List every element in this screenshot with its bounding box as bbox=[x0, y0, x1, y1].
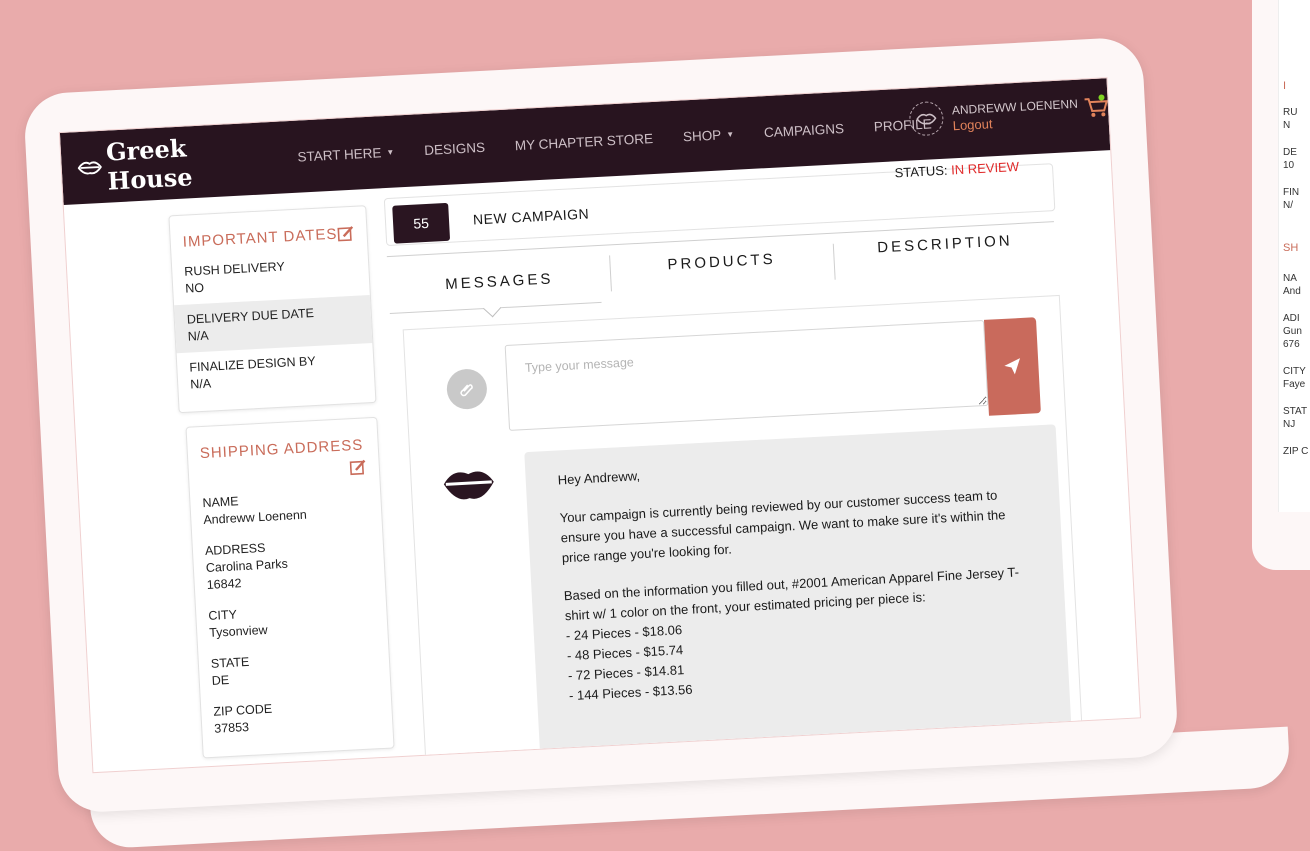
message-input[interactable] bbox=[504, 319, 989, 431]
send-button[interactable] bbox=[983, 317, 1041, 416]
address-row: ADDRESS Carolina Parks 16842 bbox=[192, 527, 385, 602]
messages-panel: Hey Andreww, Your campaign is currently … bbox=[402, 294, 1083, 772]
nav-item-designs[interactable]: DESIGNS bbox=[424, 139, 485, 157]
nav-item-shop[interactable]: SHOP ▼ bbox=[683, 126, 735, 144]
brand-name: Greek House bbox=[105, 133, 194, 196]
tab-messages[interactable]: MESSAGES bbox=[388, 267, 611, 296]
second-screen-text: NJ bbox=[1283, 419, 1296, 430]
user-menu: ANDREWW LOENENN Logout bbox=[908, 94, 1079, 137]
paper-plane-icon bbox=[1004, 358, 1021, 375]
message-bubble: Hey Andreww, Your campaign is currently … bbox=[524, 424, 1073, 772]
nav-item-start-here[interactable]: START HERE ▼ bbox=[297, 144, 395, 164]
second-screen-text: N/ bbox=[1283, 200, 1293, 211]
second-screen-text: FIN bbox=[1283, 187, 1300, 198]
lips-avatar-icon bbox=[916, 113, 937, 125]
important-dates-panel: IMPORTANT DATES RUSH DELIVERY NO DELIVER… bbox=[168, 205, 377, 414]
caret-down-icon: ▼ bbox=[386, 148, 395, 158]
edit-icon[interactable] bbox=[337, 225, 355, 247]
nav-item-label: MY CHAPTER STORE bbox=[514, 130, 654, 153]
nav-item-label: SHOP bbox=[682, 126, 722, 144]
lips-logo-icon bbox=[443, 471, 494, 500]
second-laptop-screen: I RU N DE 10 FIN N/ SH NA And ADI Gun 67… bbox=[1278, 0, 1310, 512]
second-screen-text: NA bbox=[1283, 273, 1297, 284]
shipping-address-title: SHIPPING ADDRESS bbox=[187, 418, 380, 489]
finalize-design-row: FINALIZE DESIGN BY N/A bbox=[177, 343, 375, 401]
second-screen-text: STAT bbox=[1283, 406, 1308, 417]
active-tab-pointer bbox=[483, 298, 502, 318]
important-dates-title-text: IMPORTANT DATES bbox=[182, 225, 338, 251]
nav-item-label: START HERE bbox=[297, 144, 382, 165]
nav-item-label: CAMPAIGNS bbox=[763, 120, 845, 140]
brand-logo[interactable]: Greek House bbox=[76, 129, 269, 197]
second-screen-text: 10 bbox=[1283, 160, 1295, 171]
page-content: IMPORTANT DATES RUSH DELIVERY NO DELIVER… bbox=[64, 150, 1140, 772]
paperclip-icon bbox=[460, 384, 473, 397]
caret-down-icon: ▼ bbox=[725, 130, 735, 140]
message-greeting: Hey Andreww, bbox=[557, 468, 641, 488]
second-screen-text: 676 bbox=[1283, 339, 1300, 350]
nav-item-label: DESIGNS bbox=[423, 139, 486, 158]
user-avatar[interactable] bbox=[908, 100, 945, 137]
second-screen-text: SH bbox=[1283, 242, 1299, 254]
message-paragraph: Your campaign is currently being reviewe… bbox=[559, 487, 1006, 566]
second-screen-text: N bbox=[1283, 120, 1291, 131]
second-screen-text: I bbox=[1283, 80, 1287, 92]
edit-icon[interactable] bbox=[349, 458, 367, 480]
cart-icon[interactable] bbox=[1083, 94, 1109, 124]
second-screen-text: And bbox=[1283, 286, 1301, 297]
lips-logo-icon bbox=[77, 161, 103, 175]
app-screen: Greek House START HERE ▼ DESIGNS MY CHAPT… bbox=[58, 77, 1142, 774]
greek-house-avatar bbox=[441, 464, 497, 512]
tab-products[interactable]: PRODUCTS bbox=[610, 248, 833, 277]
laptop: Greek House START HERE ▼ DESIGNS MY CHAPT… bbox=[20, 0, 1291, 850]
shipping-address-title-text: SHIPPING ADDRESS bbox=[199, 436, 364, 463]
campaign-number-badge: 55 bbox=[392, 202, 451, 244]
attach-button[interactable] bbox=[445, 368, 488, 411]
second-screen-text: ADI bbox=[1283, 313, 1300, 324]
tab-description[interactable]: DESCRIPTION bbox=[834, 230, 1057, 259]
second-screen-text: DE bbox=[1283, 147, 1297, 158]
zip-code-row: ZIP CODE 37853 bbox=[201, 688, 393, 746]
nav-item-campaigns[interactable]: CAMPAIGNS bbox=[764, 121, 845, 140]
status-label: STATUS: bbox=[894, 162, 948, 181]
nav-item-my-chapter-store[interactable]: MY CHAPTER STORE bbox=[515, 131, 654, 153]
second-screen-text: Gun bbox=[1283, 326, 1302, 337]
second-screen-text: CITY bbox=[1283, 366, 1306, 377]
second-screen-text: Faye bbox=[1283, 379, 1306, 390]
shipping-address-panel: SHIPPING ADDRESS NAME Andreww Loenenn AD… bbox=[185, 416, 395, 759]
second-screen-text: RU bbox=[1283, 107, 1298, 118]
second-screen-text: ZIP C bbox=[1283, 446, 1309, 457]
